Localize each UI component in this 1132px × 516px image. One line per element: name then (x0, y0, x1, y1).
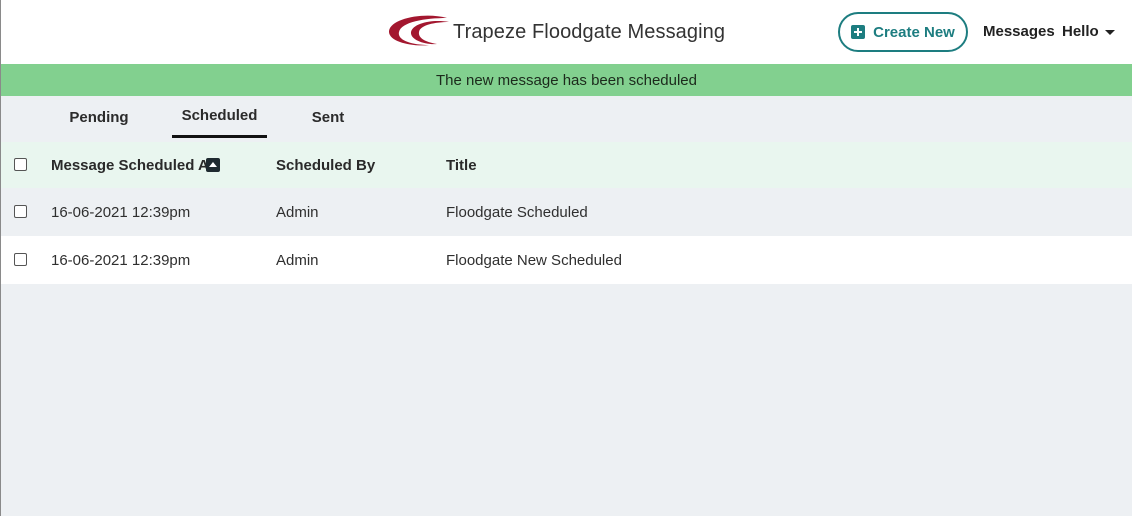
app-title: Trapeze Floodgate Messaging (453, 20, 726, 43)
caret-down-icon (1104, 29, 1115, 35)
alert-message: The new message has been scheduled (435, 71, 697, 89)
nav-messages-link[interactable]: Messages (983, 23, 1055, 40)
plus-square-icon (851, 25, 866, 39)
cell-scheduled-by: Admin (276, 252, 319, 269)
tab-scheduled[interactable]: Scheduled (172, 96, 267, 138)
select-all-checkbox[interactable] (14, 158, 27, 171)
cell-scheduled-by: Admin (276, 204, 319, 221)
tab-sent[interactable]: Sent (297, 96, 359, 138)
create-new-button[interactable]: Create New (838, 12, 968, 52)
brand: Trapeze Floodgate Messaging (385, 14, 725, 50)
user-menu-label: Hello (1062, 23, 1099, 40)
column-header-scheduled-by[interactable]: Scheduled By (276, 157, 375, 174)
table-header-row: Message Scheduled At Scheduled By Title (1, 142, 1132, 188)
tab-pending[interactable]: Pending (57, 96, 141, 138)
message-tabs: Pending Scheduled Sent (1, 96, 1132, 140)
success-alert-banner: The new message has been scheduled (1, 64, 1132, 96)
user-menu-dropdown[interactable]: Hello (1062, 23, 1115, 40)
cell-title: Floodgate Scheduled (446, 204, 588, 221)
cell-scheduled-at: 16-06-2021 12:39pm (51, 204, 191, 221)
create-new-label: Create New (873, 23, 955, 41)
trapeze-logo-icon (388, 15, 449, 46)
row-checkbox[interactable] (14, 253, 27, 266)
row-checkbox[interactable] (14, 205, 27, 218)
cell-scheduled-at: 16-06-2021 12:39pm (51, 252, 191, 269)
top-header: Trapeze Floodgate Messaging Create New M… (1, 0, 1132, 64)
table-row[interactable]: 16-06-2021 12:39pm Admin Floodgate Sched… (1, 188, 1132, 236)
sort-ascending-icon[interactable] (206, 158, 220, 172)
cell-title: Floodgate New Scheduled (446, 252, 622, 269)
column-header-scheduled-at[interactable]: Message Scheduled At (51, 157, 214, 174)
table-row[interactable]: 16-06-2021 12:39pm Admin Floodgate New S… (1, 236, 1132, 284)
column-header-title[interactable]: Title (446, 157, 477, 174)
